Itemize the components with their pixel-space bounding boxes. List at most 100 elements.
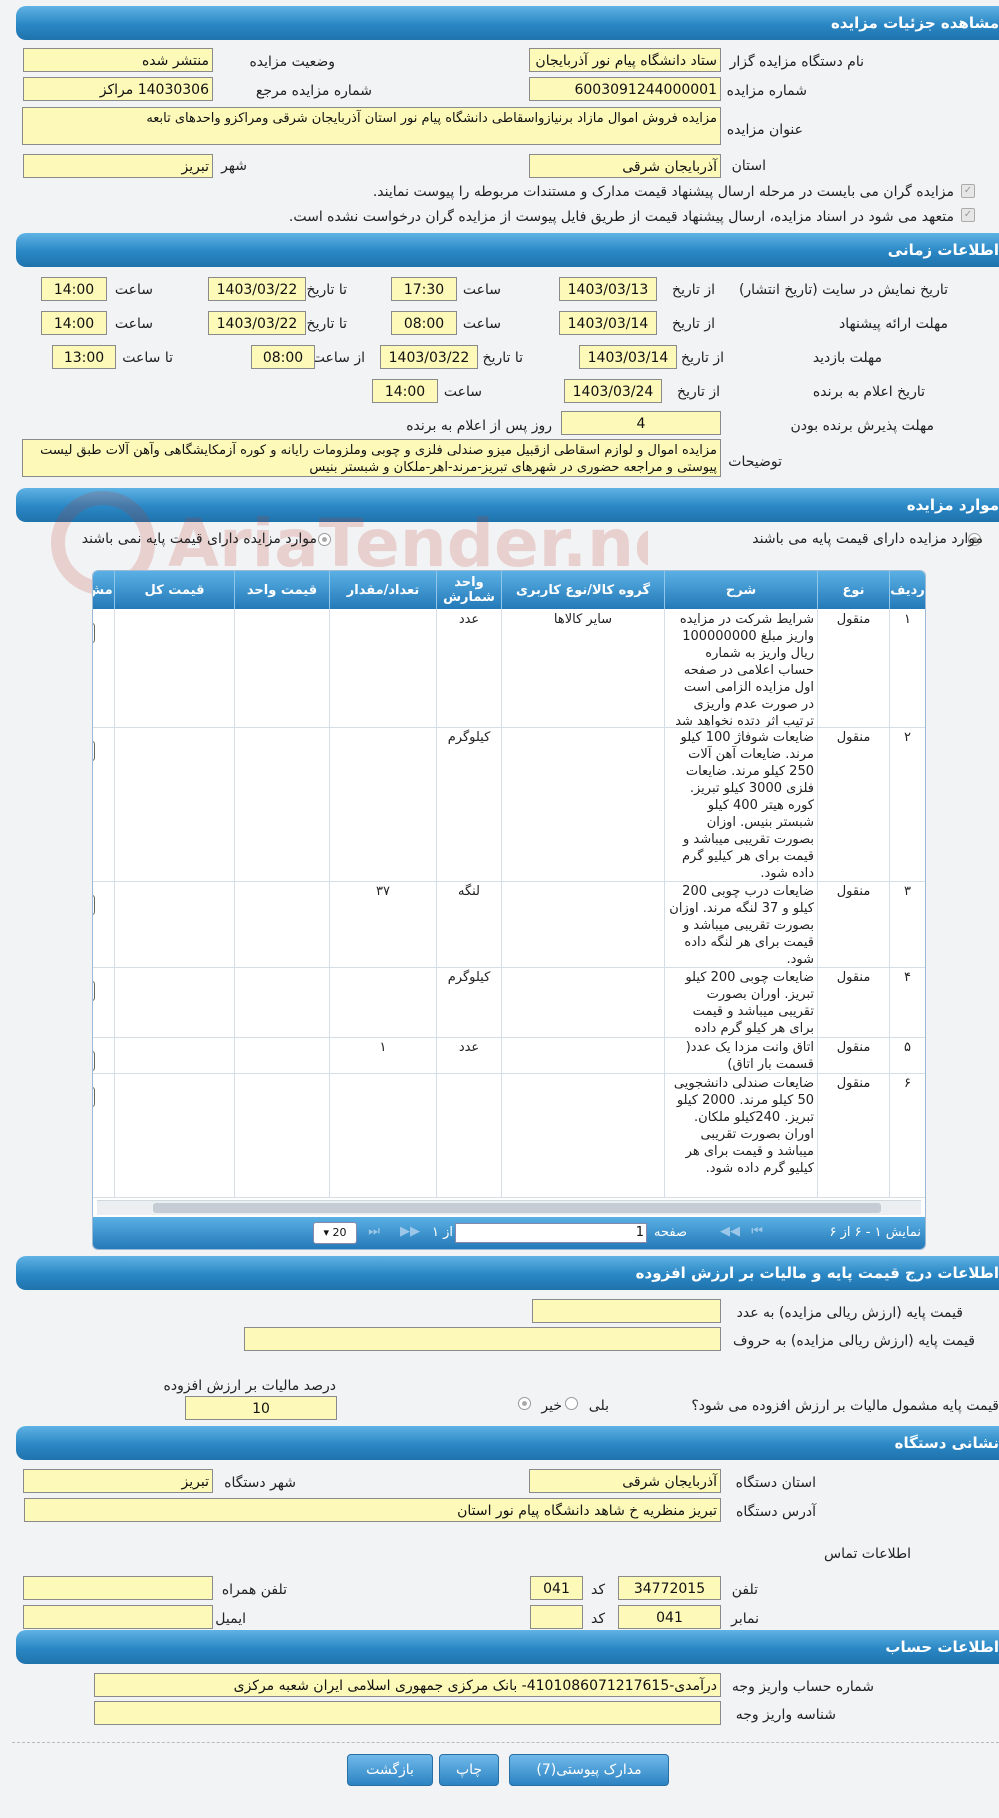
- phone-label: تلفن: [731, 1582, 758, 1598]
- cell-qty: [329, 967, 436, 1037]
- title-label: عنوان مزایده: [726, 122, 803, 138]
- footer-divider: [12, 1742, 999, 1743]
- from-hour-label: از ساعت: [311, 350, 365, 366]
- radio-no-base-price[interactable]: [318, 533, 331, 546]
- ref-label: شماره مزایده مرجع: [255, 83, 372, 99]
- from-date-label: از تاریخ: [681, 350, 724, 366]
- col-header-unit: واحد شمارش: [436, 571, 501, 609]
- fax-code-field[interactable]: [530, 1605, 583, 1629]
- row-action-button[interactable]: [93, 623, 95, 643]
- cell-type: منقول: [817, 1073, 889, 1197]
- table-row: ۵ منقول اتاق وانت مزدا یک عدد( قسمت بار ات…: [93, 1037, 925, 1074]
- org-label: نام دستگاه مزایده گزار: [729, 54, 864, 70]
- cell-total: [114, 727, 234, 881]
- base-price-text-label: قیمت پایه (ارزش ریالی مزایده) به حروف: [732, 1333, 975, 1349]
- vat-percent-field: 10: [185, 1396, 337, 1420]
- print-button[interactable]: چاپ: [439, 1754, 499, 1786]
- vat-yes-label: بلی: [588, 1398, 609, 1414]
- row-action-button[interactable]: [93, 1051, 95, 1071]
- publish-from-date: 1403/03/13: [559, 277, 657, 301]
- base-price-text-field[interactable]: [244, 1327, 721, 1351]
- attach-docs-checkbox[interactable]: ✓: [961, 184, 975, 198]
- cell-qty: ۱: [329, 1037, 436, 1073]
- row-action-button[interactable]: [93, 1087, 95, 1107]
- cell-desc: ضایعات صندلی دانشجویی 50 کیلو مرند. 2000…: [664, 1073, 817, 1197]
- cell-unit-price: [234, 727, 329, 881]
- vat-yes-radio[interactable]: [565, 1397, 578, 1410]
- offer-from-time: 08:00: [391, 311, 457, 335]
- cell-n: ۶: [889, 1073, 925, 1197]
- cell-qty: [329, 609, 436, 727]
- section-title: مشاهده جزئیات مزایده: [830, 14, 999, 32]
- cell-desc: ضایعات چوبی 200 کیلو تبریز. اوران بصورت …: [664, 967, 817, 1037]
- status-label: وضعیت مزایده: [249, 54, 335, 70]
- cell-total: [114, 609, 234, 727]
- back-button[interactable]: بازگشت: [347, 1754, 433, 1786]
- col-header-unit-price: قیمت واحد: [234, 571, 329, 609]
- cell-qty: [329, 727, 436, 881]
- pager-prev-icon[interactable]: ◀◀: [720, 1224, 740, 1239]
- hour-label: ساعت: [462, 282, 501, 298]
- hour-label: ساعت: [443, 384, 482, 400]
- section-header-address: نشانی دستگاه: [16, 1426, 999, 1460]
- org-province-field: آذربایجان شرقی: [529, 1469, 721, 1493]
- fax-code-label: کد: [590, 1611, 605, 1627]
- table-row: ۱ منقول شرایط شرکت در مزایده واریز مبلغ 10…: [93, 609, 925, 728]
- pager-first-icon[interactable]: ⏮: [751, 1224, 763, 1239]
- payment-id-field[interactable]: [94, 1701, 721, 1725]
- winner-announce-date: 1403/03/24: [564, 379, 662, 403]
- province-field: آذربایجان شرقی: [529, 154, 721, 178]
- cell-unit: کیلوگرم: [436, 727, 501, 881]
- mobile-field[interactable]: [23, 1576, 213, 1600]
- hour-label: ساعت: [462, 316, 501, 332]
- page-size-value: 20: [332, 1226, 347, 1239]
- payment-id-label: شناسه واریز وجه: [735, 1707, 836, 1723]
- vat-percent-label: درصد مالیات بر ارزش افزوده: [163, 1378, 337, 1394]
- cell-unit: لنگه: [436, 881, 501, 967]
- row-action-cell: [93, 727, 114, 881]
- scrollbar-thumb[interactable]: [153, 1203, 881, 1213]
- table-row: ۳ منقول ضایعات درب چوبی 200 کیلو و 37 لنگه…: [93, 881, 925, 968]
- cell-unit-price: [234, 881, 329, 967]
- cell-group: [501, 727, 664, 881]
- visit-from-date: 1403/03/14: [579, 345, 677, 369]
- pager-last-icon[interactable]: ⏭: [368, 1224, 380, 1239]
- attachments-button[interactable]: مدارک پیوستی(7): [509, 1754, 669, 1786]
- cell-unit-price: [234, 1037, 329, 1073]
- hour-label: ساعت: [114, 316, 153, 332]
- cell-unit-price: [234, 609, 329, 727]
- offer-to-time: 14:00: [41, 311, 107, 335]
- vat-no-label: خیر: [541, 1398, 562, 1414]
- pager-next-icon[interactable]: ▶▶: [400, 1224, 420, 1239]
- cell-total: [114, 1037, 234, 1073]
- pager-page-input[interactable]: 1: [455, 1223, 647, 1243]
- cell-group: [501, 1073, 664, 1197]
- email-field[interactable]: [23, 1605, 213, 1629]
- horizontal-scrollbar[interactable]: [97, 1200, 921, 1215]
- winner-announce-time: 14:00: [372, 379, 438, 403]
- col-header-group: گروه کالا/نوع کاربری: [501, 571, 664, 609]
- city-field: تبریز: [23, 154, 213, 178]
- row-action-cell: [93, 881, 114, 967]
- number-label: شماره مزایده: [726, 83, 807, 99]
- to-date-label: تا تاریخ: [482, 350, 523, 366]
- row-action-button[interactable]: [93, 981, 95, 1001]
- cell-desc: اتاق وانت مزدا یک عدد( قسمت بار اتاق): [664, 1037, 817, 1073]
- no-file-commitment-checkbox[interactable]: ✓: [961, 208, 975, 222]
- page-size-select[interactable]: 20 ▾: [313, 1222, 357, 1244]
- org-address-label: آدرس دستگاه: [736, 1504, 816, 1520]
- from-date-label: از تاریخ: [672, 316, 715, 332]
- org-address-field: تبریز منظریه خ شاهد دانشگاه پیام نور است…: [24, 1498, 721, 1522]
- section-title: اطلاعات زمانی: [887, 241, 999, 259]
- base-price-number-field[interactable]: [532, 1299, 721, 1323]
- vat-no-radio[interactable]: [518, 1397, 531, 1410]
- org-city-field: تبریز: [23, 1469, 213, 1493]
- row-action-button[interactable]: [93, 895, 95, 915]
- cell-unit-price: [234, 1073, 329, 1197]
- winner-accept-label: مهلت پذیرش برنده بودن: [790, 418, 935, 434]
- row-action-button[interactable]: [93, 741, 95, 761]
- section-header-details: مشاهده جزئیات مزایده: [16, 6, 999, 40]
- publish-to-time: 14:00: [41, 277, 107, 301]
- cell-desc: ضایعات شوفاژ 100 کیلو مرند. ضایعات آهن آ…: [664, 727, 817, 881]
- radio-has-base-price-label: موارد مزایده دارای قیمت پایه می باشند: [752, 531, 983, 547]
